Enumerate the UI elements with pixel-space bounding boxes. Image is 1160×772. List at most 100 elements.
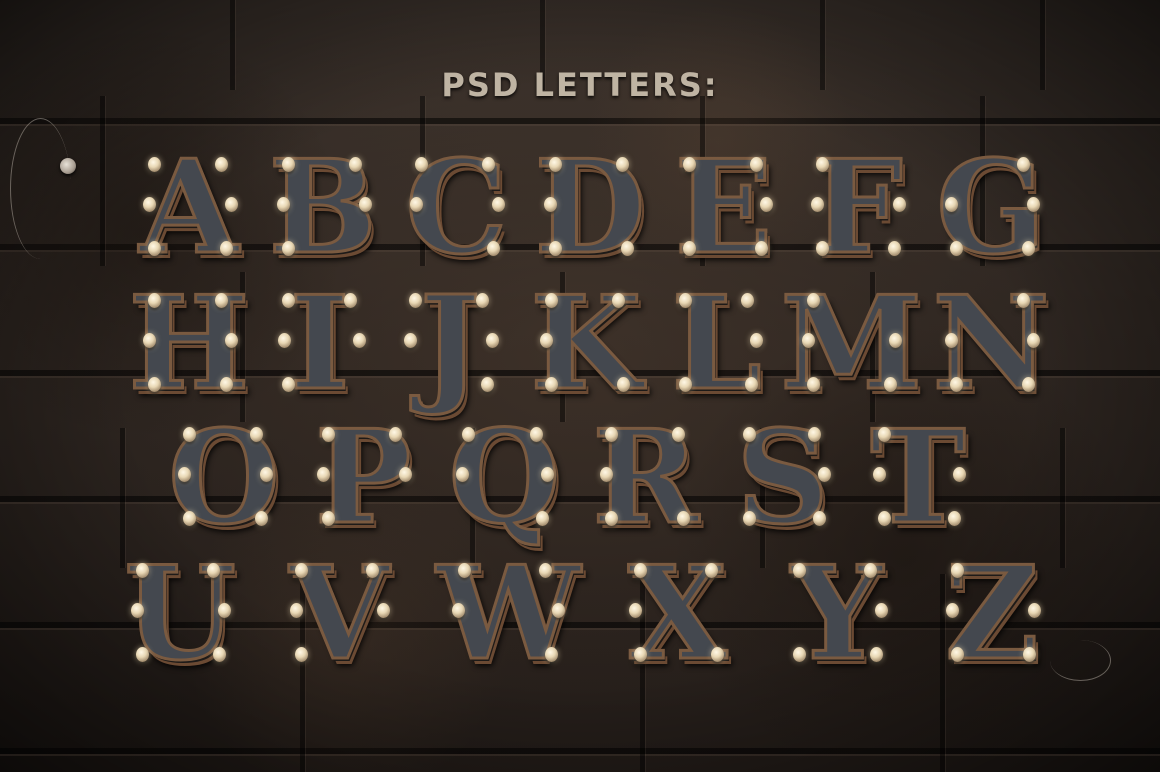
light-bulb-icon [143,333,156,348]
light-bulb-icon [148,377,161,392]
light-bulb-icon [220,377,233,392]
light-bulb-icon [1026,333,1040,348]
light-bulb-icon [812,511,826,526]
light-bulb-icon [183,427,196,442]
light-bulb-icon [599,467,613,482]
light-bulb-icon [950,563,964,578]
light-bulb-icon [178,467,191,482]
light-bulb-icon [544,293,558,308]
light-bulb-icon [620,241,634,256]
light-bulb-icon [742,511,756,526]
light-bulb-icon [807,427,821,442]
light-bulb-icon [225,333,238,348]
letter-i: I [261,279,379,410]
letter-o: O [160,413,288,544]
light-bulb-icon [676,511,690,526]
light-bulb-icon [213,647,226,662]
letter-m: M [779,279,924,410]
light-bulb-icon [744,377,758,392]
letter-y: Y [769,549,905,680]
light-bulb-icon [260,467,273,482]
power-wire-right [1050,640,1111,681]
light-bulb-icon [949,377,963,392]
light-bulb-icon [281,157,295,172]
letter-k: K [522,279,650,410]
light-bulb-icon [215,293,228,308]
light-bulb-icon [281,241,295,256]
letter-a: A [125,143,253,274]
light-bulb-icon [136,563,149,578]
light-bulb-icon [604,427,618,442]
letter-row-3: OPQRST [160,413,980,544]
light-bulb-icon [874,603,888,618]
light-bulb-icon [616,377,630,392]
light-bulb-icon [1016,157,1030,172]
letter-q: Q [438,413,570,544]
light-bulb-icon [539,333,553,348]
light-bulb-icon [950,647,964,662]
light-bulb-icon [220,241,233,256]
light-bulb-icon [628,603,642,618]
light-bulb-icon [281,377,295,392]
light-bulb-icon [682,157,696,172]
light-bulb-icon [682,241,696,256]
light-bulb-icon [945,603,959,618]
letter-e: E [660,143,788,274]
letter-r: R [582,413,710,544]
light-bulb-icon [749,157,763,172]
light-bulb-icon [759,197,773,212]
light-bulb-icon [148,157,161,172]
light-bulb-icon [548,157,562,172]
light-bulb-icon [250,427,263,442]
light-bulb-icon [143,197,156,212]
letter-f: F [793,143,921,274]
letter-h: H [125,279,253,410]
light-bulb-icon [548,241,562,256]
light-bulb-icon [255,511,268,526]
light-bulb-icon [183,511,196,526]
letter-l: L [658,279,776,410]
letter-t: T [856,413,980,544]
light-bulb-icon [947,511,961,526]
light-bulb-icon [877,427,891,442]
light-bulb-icon [215,157,228,172]
light-bulb-icon [1021,241,1035,256]
light-bulb-icon [1022,647,1036,662]
letter-d: D [526,143,654,274]
light-bulb-icon [678,377,692,392]
light-bulb-icon [869,647,883,662]
light-bulb-icon [872,467,886,482]
light-bulb-icon [276,197,290,212]
light-bulb-icon [615,157,629,172]
light-bulb-icon [678,293,692,308]
light-bulb-icon [543,197,557,212]
letter-u: U [112,549,248,680]
letter-p: P [299,413,427,544]
light-bulb-icon [343,293,357,308]
light-bulb-icon [207,563,220,578]
letter-v: V [271,549,407,680]
letter-j: J [386,279,514,410]
light-bulb-icon [1016,293,1030,308]
light-bulb-icon [544,377,558,392]
power-wire-left [10,118,71,259]
light-bulb-icon [754,241,768,256]
letter-s: S [721,413,845,544]
light-bulb-icon [949,241,963,256]
light-bulb-icon [352,333,366,348]
light-bulb-icon [633,563,647,578]
letter-b: B [259,143,387,274]
letter-w: W [430,549,586,680]
light-bulb-icon [742,427,756,442]
light-bulb-icon [817,467,831,482]
light-bulb-icon [944,333,958,348]
light-bulb-icon [136,647,149,662]
light-bulb-icon [348,157,362,172]
letter-row-1: ABCDEFG [125,143,1055,274]
light-bulb-icon [749,333,763,348]
letter-x: X [610,549,746,680]
letter-c: C [392,143,520,274]
light-bulb-icon [225,197,238,212]
light-bulb-icon [1026,197,1040,212]
light-bulb-icon [952,467,966,482]
